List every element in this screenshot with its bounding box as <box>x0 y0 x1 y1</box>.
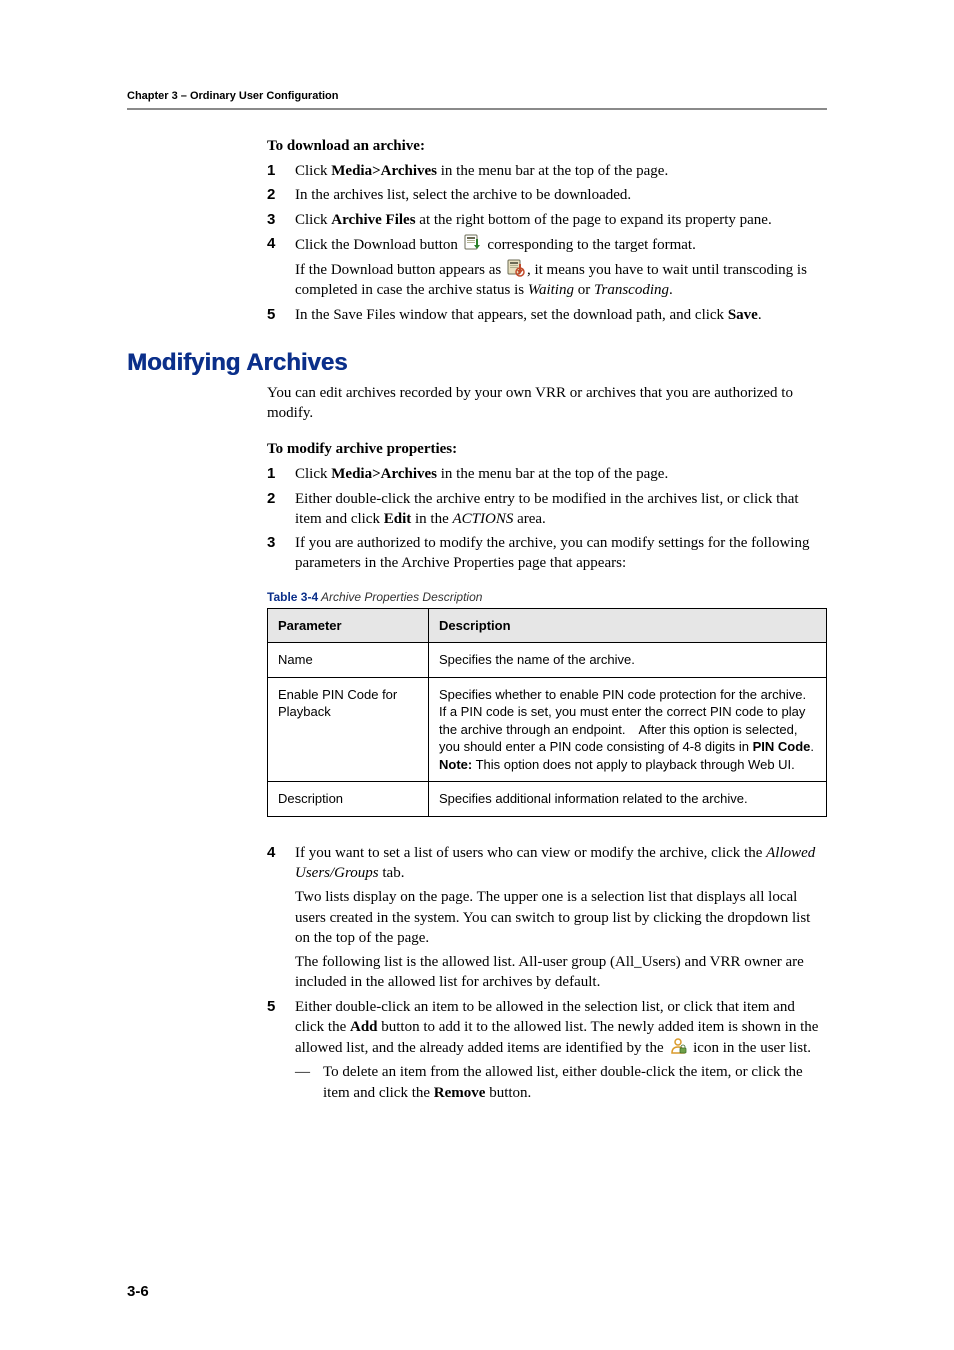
step-body: If you are authorized to modify the arch… <box>295 533 827 574</box>
step-item: 1Click Media>Archives in the menu bar at… <box>267 159 827 183</box>
step-text: Either double-click an item to be allowe… <box>295 997 827 1059</box>
download-lead: To download an archive: <box>267 138 827 155</box>
download-icon <box>464 234 482 252</box>
th-description: Description <box>429 608 827 643</box>
table-row: NameSpecifies the name of the archive. <box>268 643 827 678</box>
step-item: 5Either double-click an item to be allow… <box>267 995 827 1105</box>
th-parameter: Parameter <box>268 608 429 643</box>
step-body: In the archives list, select the archive… <box>295 185 827 205</box>
step-number: 4 <box>267 843 295 993</box>
table-row: DescriptionSpecifies additional informat… <box>268 782 827 817</box>
step-number: 5 <box>267 997 295 1103</box>
step-item: 3If you are authorized to modify the arc… <box>267 531 827 576</box>
modifying-intro-block: You can edit archives recorded by your o… <box>267 383 827 1105</box>
page: Chapter 3 – Ordinary User Configuration … <box>0 0 954 1350</box>
cell-description: Specifies whether to enable PIN code pro… <box>429 677 827 782</box>
step-number: 2 <box>267 185 295 205</box>
step-body: Click Media>Archives in the menu bar at … <box>295 161 827 181</box>
dash-marker: — <box>295 1062 323 1103</box>
table-caption-number: Table 3-4 <box>267 590 318 604</box>
step-body: Click Media>Archives in the menu bar at … <box>295 464 827 484</box>
step-extra: The following list is the allowed list. … <box>295 952 827 993</box>
dash-text: To delete an item from the allowed list,… <box>323 1062 827 1103</box>
table-header-row: Parameter Description <box>268 608 827 643</box>
step-body: Click Archive Files at the right bottom … <box>295 210 827 230</box>
modify-steps-a: 1Click Media>Archives in the menu bar at… <box>267 462 827 575</box>
running-header: Chapter 3 – Ordinary User Configuration <box>127 90 827 102</box>
step-item: 3Click Archive Files at the right bottom… <box>267 208 827 232</box>
modify-steps-b: 4If you want to set a list of users who … <box>267 841 827 1105</box>
dash-item: —To delete an item from the allowed list… <box>295 1062 827 1103</box>
step-body: Click the Download button corresponding … <box>295 234 827 301</box>
step-body: Either double-click the archive entry to… <box>295 489 827 530</box>
step-text: Click the Download button corresponding … <box>295 234 827 255</box>
cell-description: Specifies the name of the archive. <box>429 643 827 678</box>
step-text: If you want to set a list of users who c… <box>295 843 827 884</box>
header-rule <box>127 108 827 110</box>
step-text: In the archives list, select the archive… <box>295 185 827 205</box>
step-number: 1 <box>267 464 295 484</box>
step-body: In the Save Files window that appears, s… <box>295 305 827 325</box>
step-text: Click Archive Files at the right bottom … <box>295 210 827 230</box>
step-text: In the Save Files window that appears, s… <box>295 305 827 325</box>
step-extra: Two lists display on the page. The upper… <box>295 887 827 948</box>
user-lock-icon <box>669 1037 687 1055</box>
step-item: 4If you want to set a list of users who … <box>267 841 827 995</box>
step-number: 5 <box>267 305 295 325</box>
cell-description: Specifies additional information related… <box>429 782 827 817</box>
step-body: Either double-click an item to be allowe… <box>295 997 827 1103</box>
step-number: 3 <box>267 533 295 574</box>
modifying-intro: You can edit archives recorded by your o… <box>267 383 827 424</box>
table-caption: Table 3-4 Archive Properties Description <box>267 590 827 604</box>
step-text: If you are authorized to modify the arch… <box>295 533 827 574</box>
step-text: Click Media>Archives in the menu bar at … <box>295 464 827 484</box>
step-item: 4Click the Download button corresponding… <box>267 232 827 303</box>
step-body: If you want to set a list of users who c… <box>295 843 827 993</box>
download-archive-block: To download an archive: 1Click Media>Arc… <box>267 138 827 327</box>
cell-parameter: Enable PIN Code for Playback <box>268 677 429 782</box>
step-text: Either double-click the archive entry to… <box>295 489 827 530</box>
step-extra: If the Download button appears as , it m… <box>295 259 827 301</box>
step-number: 2 <box>267 489 295 530</box>
download-disabled-icon <box>507 259 525 277</box>
section-title-modifying-archives: Modifying Archives <box>127 349 827 377</box>
step-item: 2In the archives list, select the archiv… <box>267 183 827 207</box>
table-caption-text: Archive Properties Description <box>318 590 482 604</box>
step-text: Click Media>Archives in the menu bar at … <box>295 161 827 181</box>
download-steps: 1Click Media>Archives in the menu bar at… <box>267 159 827 327</box>
table-row: Enable PIN Code for PlaybackSpecifies wh… <box>268 677 827 782</box>
archive-properties-table: Parameter Description NameSpecifies the … <box>267 608 827 817</box>
step-item: 5In the Save Files window that appears, … <box>267 303 827 327</box>
dash-list: —To delete an item from the allowed list… <box>295 1062 827 1103</box>
step-number: 4 <box>267 234 295 301</box>
step-number: 1 <box>267 161 295 181</box>
cell-parameter: Name <box>268 643 429 678</box>
cell-parameter: Description <box>268 782 429 817</box>
modify-lead: To modify archive properties: <box>267 441 827 458</box>
step-number: 3 <box>267 210 295 230</box>
step-item: 1Click Media>Archives in the menu bar at… <box>267 462 827 486</box>
step-item: 2Either double-click the archive entry t… <box>267 487 827 532</box>
page-number: 3-6 <box>127 1283 149 1300</box>
